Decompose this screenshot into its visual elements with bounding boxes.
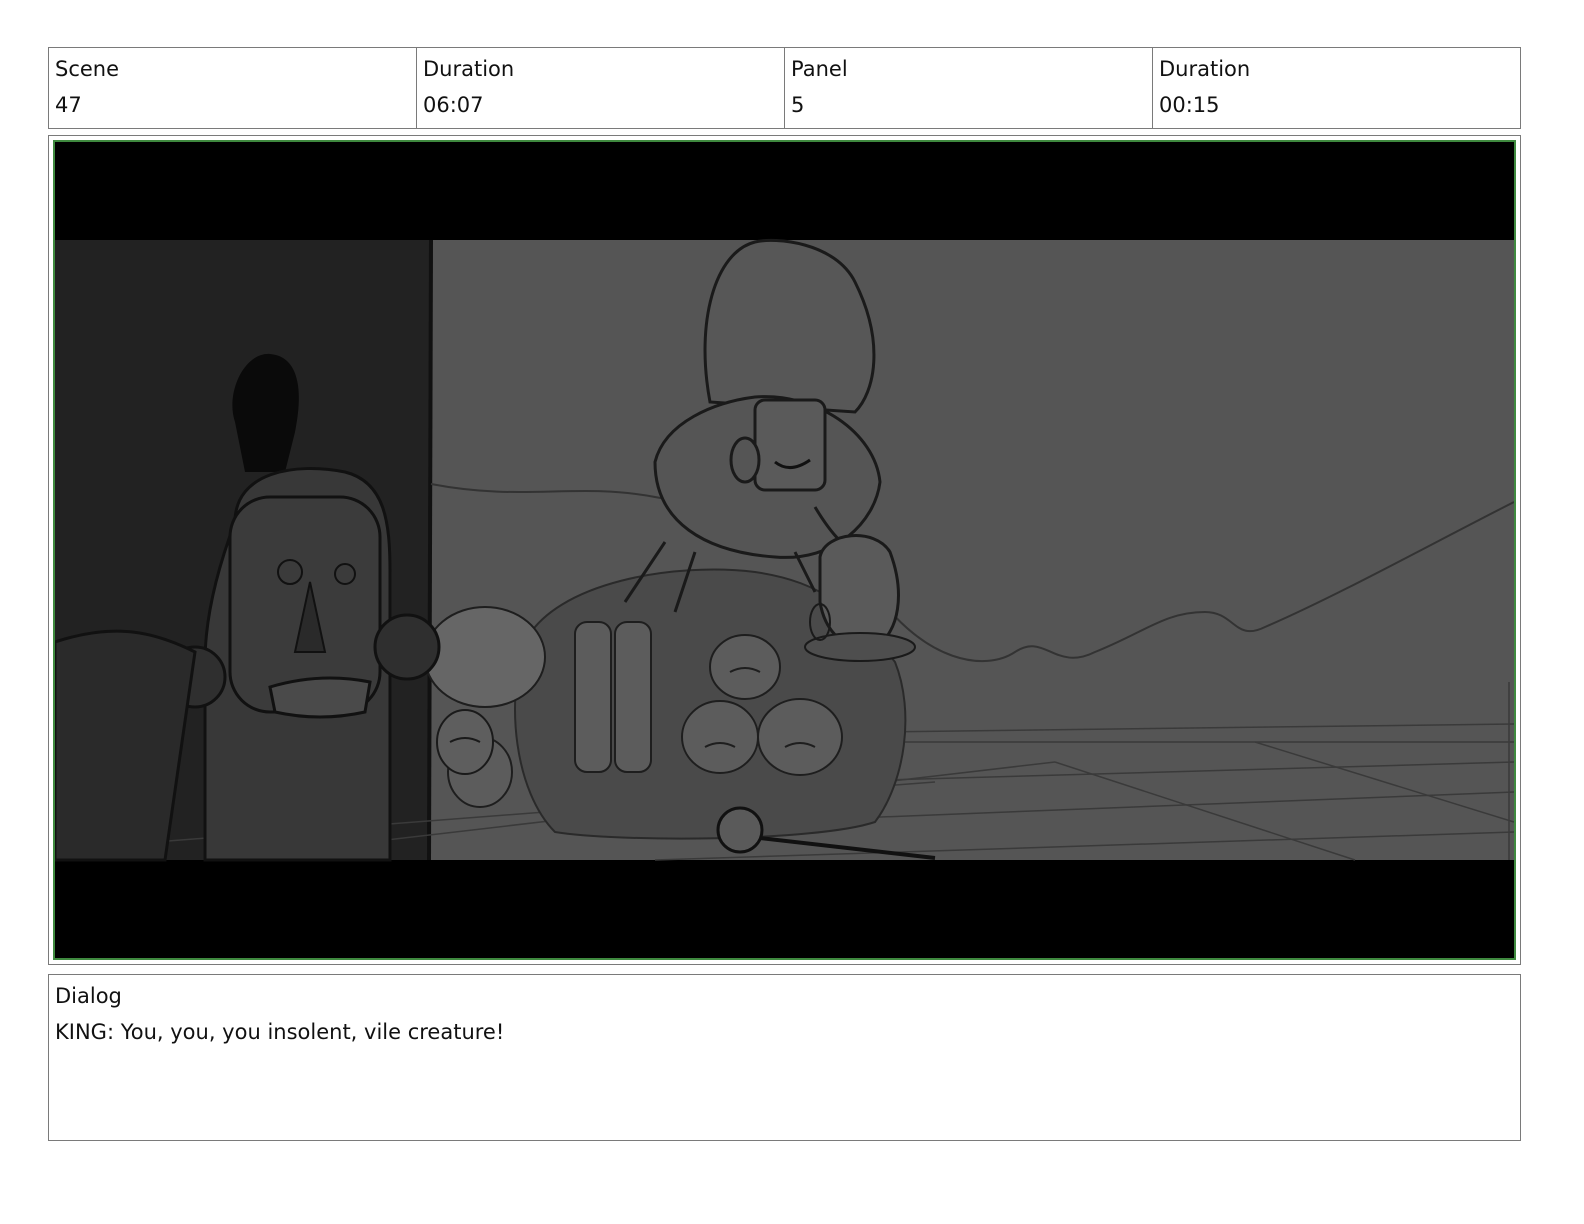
scene-cell: Scene 47 — [49, 48, 416, 128]
dialog-box: Dialog KING: You, you, you insolent, vil… — [48, 974, 1521, 1141]
panel-label: Panel — [791, 57, 848, 81]
dialog-label: Dialog — [55, 984, 122, 1008]
dialog-text: KING: You, you, you insolent, vile creat… — [55, 1020, 505, 1044]
scene-label: Scene — [55, 57, 120, 81]
small-creature-left — [436, 709, 494, 775]
panel-cell: Panel 5 — [784, 48, 1152, 128]
scene-duration-cell: Duration 06:07 — [416, 48, 784, 128]
panel-duration-cell: Duration 00:15 — [1152, 48, 1520, 128]
panel-number: 5 — [791, 93, 805, 117]
storyboard-sketch — [55, 142, 1514, 958]
panel-info-table: Scene 47 Duration 06:07 Panel 5 Duration… — [48, 47, 1521, 129]
scene-number: 47 — [55, 93, 82, 117]
storyboard-panel-frame — [48, 135, 1521, 965]
letterbox-bottom — [55, 860, 1514, 958]
scene-duration-value: 06:07 — [423, 93, 484, 117]
scene-duration-label: Duration — [423, 57, 515, 81]
panel-duration-value: 00:15 — [1159, 93, 1220, 117]
fg-hair — [232, 353, 299, 472]
storyboard-panel-image — [53, 140, 1516, 960]
wall-edge-line — [427, 239, 433, 861]
letterbox-top — [55, 142, 1514, 240]
panel-duration-label: Duration — [1159, 57, 1251, 81]
